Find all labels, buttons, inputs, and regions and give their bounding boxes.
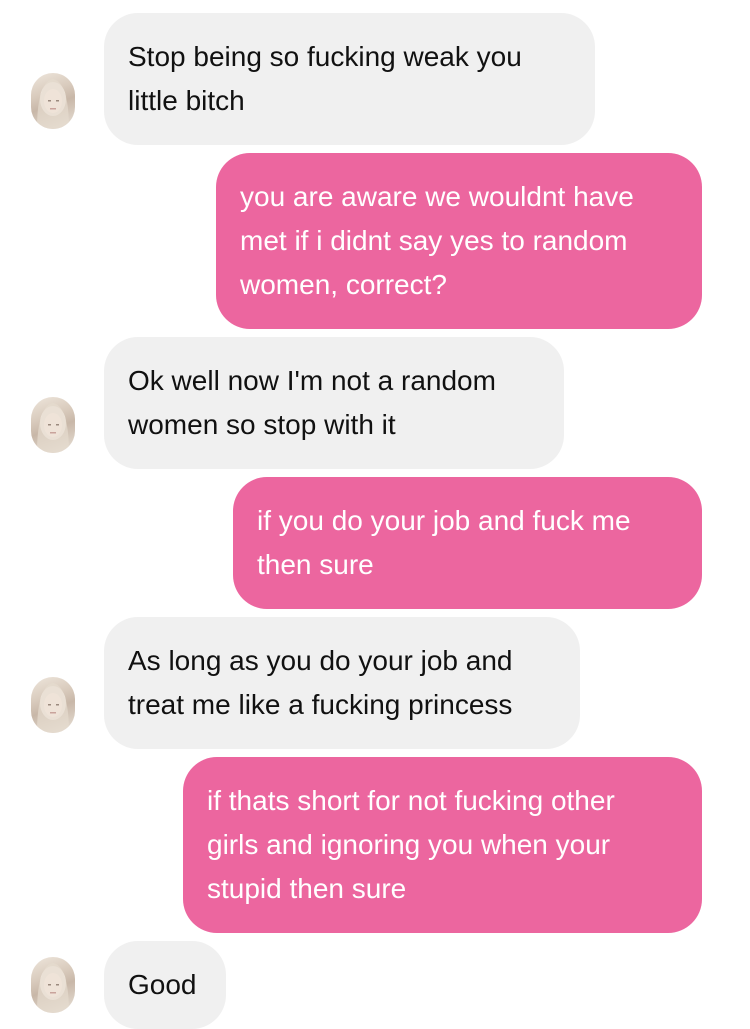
incoming-message-bubble[interactable]: As long as you do your job and treat me … (104, 617, 580, 749)
contact-avatar[interactable] (31, 397, 75, 453)
incoming-message-bubble[interactable]: Stop being so fucking weak you little bi… (104, 13, 595, 145)
incoming-message-bubble[interactable]: Good (104, 941, 226, 1029)
incoming-message-bubble[interactable]: Ok well now I'm not a random women so st… (104, 337, 564, 469)
outgoing-message-bubble[interactable]: you are aware we wouldnt have met if i d… (216, 153, 702, 329)
outgoing-message-bubble[interactable]: if thats short for not fucking other gir… (183, 757, 702, 933)
outgoing-message-bubble[interactable]: if you do your job and fuck me then sure (233, 477, 702, 609)
profile-photo-icon (37, 683, 69, 733)
contact-avatar[interactable] (31, 957, 75, 1013)
contact-avatar[interactable] (31, 73, 75, 129)
message-thread: Stop being so fucking weak you little bi… (0, 0, 750, 1029)
profile-photo-icon (37, 79, 69, 129)
profile-photo-icon (37, 963, 69, 1013)
contact-avatar[interactable] (31, 677, 75, 733)
profile-photo-icon (37, 403, 69, 453)
